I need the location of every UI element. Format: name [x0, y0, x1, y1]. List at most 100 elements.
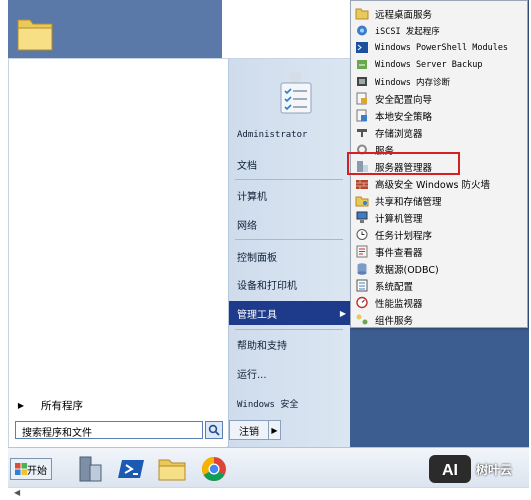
submenu-item-label: 共享和存储管理	[375, 196, 442, 208]
gear-icon	[357, 144, 367, 155]
divider	[235, 329, 343, 330]
server-manager-taskbar-icon[interactable]	[74, 454, 106, 484]
submenu-item-label: Windows Server Backup	[375, 59, 483, 70]
share-icon	[355, 196, 369, 207]
divider	[235, 239, 343, 240]
submenu-item-label: 服务器管理器	[375, 162, 433, 174]
computer-management-icon	[356, 211, 368, 223]
submenu-item-label: 存储浏览器	[375, 128, 423, 140]
submenu-item-iscsi[interactable]: iSCSI 发起程序	[351, 22, 527, 39]
submenu-item-label: 系统配置	[375, 281, 414, 293]
expand-arrow-icon: ▶	[17, 400, 25, 410]
start-label: 开始	[27, 465, 47, 477]
submenu-item-server-manager[interactable]: 服务器管理器	[351, 158, 527, 175]
submenu-item-server-backup[interactable]: Windows Server Backup	[351, 56, 527, 73]
iscsi-icon	[357, 25, 367, 36]
submenu-item-component-services[interactable]: 组件服务	[351, 311, 527, 328]
submenu-item-label: 性能监视器	[375, 298, 423, 310]
submenu-item-task-scheduler[interactable]: 任务计划程序	[351, 226, 527, 243]
submenu-item-label: 高级安全 Windows 防火墙	[375, 179, 490, 191]
all-programs-item[interactable]: ▶ 所有程序	[13, 394, 225, 416]
chevron-right-icon: ▶	[271, 425, 278, 435]
submenu-item-event-viewer[interactable]: 事件查看器	[351, 243, 527, 260]
help-support-item[interactable]: 帮助和支持	[229, 332, 351, 356]
user-name[interactable]: Administrator	[229, 123, 351, 147]
admin-tools-item[interactable]: 管理工具 ▶	[229, 301, 351, 325]
submenu-item-security-wizard[interactable]: 安全配置向导	[351, 90, 527, 107]
windows-logo-icon	[15, 463, 27, 475]
submenu-item-label: 服务	[375, 145, 395, 157]
run-item[interactable]: 运行...	[229, 361, 351, 385]
divider	[235, 179, 343, 180]
component-services-icon	[356, 314, 368, 325]
user-picture-icon	[280, 71, 312, 114]
windows-security-item[interactable]: Windows 安全	[229, 391, 351, 415]
start-button[interactable]: 开始	[10, 458, 52, 480]
devices-printers-item[interactable]: 设备和打印机	[229, 272, 351, 296]
server-manager-icon	[357, 161, 368, 172]
file-explorer-taskbar-icon[interactable]	[156, 454, 188, 484]
submenu-item-odbc[interactable]: 数据源(ODBC)	[351, 260, 527, 277]
watermark-name: 树叶云	[476, 462, 513, 477]
programs-pane: ▶ 所有程序 搜索程序和文件	[9, 59, 227, 447]
firewall-icon	[356, 180, 368, 189]
logoff-button[interactable]: 注销	[229, 420, 269, 440]
folder-icon[interactable]	[14, 14, 56, 54]
search-input[interactable]: 搜索程序和文件	[15, 421, 203, 439]
submenu-item-remote-desktop-services[interactable]: 远程桌面服务	[351, 5, 527, 22]
search-icon	[208, 424, 220, 436]
storage-icon	[357, 129, 367, 137]
submenu-item-label: Windows PowerShell Modules	[375, 42, 509, 53]
submenu-item-label: 计算机管理	[375, 213, 423, 225]
submenu-item-computer-management[interactable]: 计算机管理	[351, 209, 527, 226]
computer-item[interactable]: 计算机	[229, 183, 351, 207]
submenu-item-share-storage[interactable]: 共享和存储管理	[351, 192, 527, 209]
performance-monitor-icon	[356, 296, 368, 309]
bottom-scroll-bar: ◀	[0, 487, 531, 500]
submenu-item-label: 数据源(ODBC)	[375, 264, 439, 276]
backup-icon	[357, 60, 367, 69]
clock-icon	[356, 229, 368, 240]
window-fragment	[222, 0, 350, 58]
chrome-taskbar-icon[interactable]	[198, 454, 230, 484]
logoff-options-button[interactable]: ▶	[269, 420, 281, 440]
submenu-item-local-security-policy[interactable]: 本地安全策略	[351, 107, 527, 124]
start-menu: ▶ 所有程序 搜索程序和文件 Administrator 文档 计算机 网络 控	[8, 58, 351, 447]
powershell-taskbar-icon[interactable]	[116, 454, 148, 484]
wizard-icon	[356, 92, 367, 105]
memory-chip-icon	[357, 77, 367, 86]
submenu-item-label: 本地安全策略	[375, 111, 433, 123]
submenu-item-firewall[interactable]: 高级安全 Windows 防火墙	[351, 175, 527, 192]
submenu-item-label: 事件查看器	[375, 247, 423, 259]
control-panel-item[interactable]: 控制面板	[229, 244, 351, 268]
submenu-item-label: 任务计划程序	[375, 230, 433, 242]
watermark: AI 树叶云	[428, 452, 524, 486]
network-item[interactable]: 网络	[229, 212, 351, 236]
admin-tools-submenu: 远程桌面服务 iSCSI 发起程序 Windows PowerShell Mod…	[350, 0, 528, 328]
event-viewer-icon	[356, 245, 368, 258]
policy-icon	[356, 109, 367, 122]
submenu-item-performance-monitor[interactable]: 性能监视器	[351, 294, 527, 311]
watermark-logo-text: AI	[442, 462, 458, 479]
database-icon	[357, 263, 367, 275]
submenu-item-services[interactable]: 服务	[351, 141, 527, 158]
scroll-left-arrow-icon[interactable]: ◀	[14, 488, 20, 497]
search-button[interactable]	[205, 421, 223, 439]
watermark-logo: AI	[429, 455, 471, 483]
submenu-item-storage-explorer[interactable]: 存储浏览器	[351, 124, 527, 141]
submenu-item-label: 组件服务	[375, 315, 414, 327]
powershell-icon	[356, 42, 368, 53]
submenu-item-label: 安全配置向导	[375, 94, 433, 106]
submenu-arrow-icon: ▶	[339, 308, 346, 318]
submenu-item-powershell-modules[interactable]: Windows PowerShell Modules	[351, 39, 527, 56]
submenu-item-system-config[interactable]: 系统配置	[351, 277, 527, 294]
submenu-item-label: iSCSI 发起程序	[375, 26, 440, 37]
all-programs-label: 所有程序	[41, 399, 83, 412]
documents-item[interactable]: 文档	[229, 152, 351, 176]
admin-tools-label: 管理工具	[237, 309, 277, 321]
system-config-icon	[356, 279, 368, 292]
submenu-item-label: Windows 内存诊断	[375, 77, 450, 88]
submenu-item-label: 远程桌面服务	[375, 9, 433, 21]
submenu-item-memory-diagnostic[interactable]: Windows 内存诊断	[351, 73, 527, 90]
right-pane: Administrator 文档 计算机 网络 控制面板 设备和打印机 管理工具…	[228, 59, 351, 447]
